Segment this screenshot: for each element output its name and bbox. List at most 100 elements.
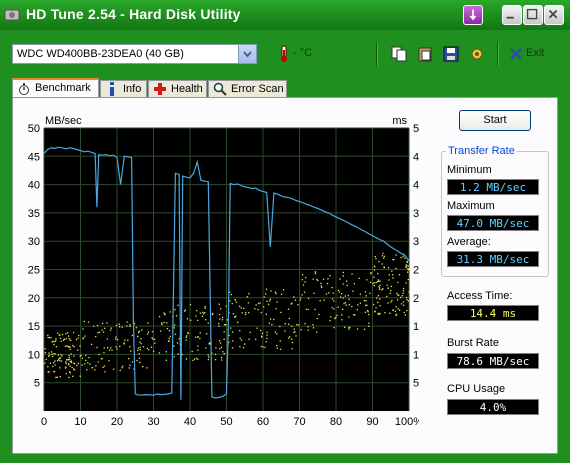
access-time-point: [373, 284, 376, 287]
access-time-point: [364, 311, 366, 313]
access-time-point: [266, 331, 268, 333]
access-time-point: [55, 338, 57, 340]
access-time-point: [378, 286, 380, 288]
access-time-point: [174, 333, 177, 335]
access-time-point: [276, 333, 278, 335]
access-time-point: [257, 308, 259, 311]
access-time-point: [271, 323, 273, 326]
exit-icon[interactable]: [507, 45, 525, 63]
access-time-point: [88, 356, 90, 359]
access-time-point: [243, 343, 246, 345]
access-time-point: [369, 281, 372, 284]
access-time-point: [325, 293, 328, 295]
tab-error-scan[interactable]: Error Scan: [208, 80, 287, 97]
access-time-point: [135, 327, 138, 329]
access-time-point: [342, 271, 344, 274]
access-time-point: [407, 265, 409, 267]
save-icon[interactable]: [442, 45, 460, 63]
chevron-down-icon[interactable]: [238, 45, 256, 63]
access-time-point: [223, 324, 226, 326]
access-time-point: [204, 306, 206, 308]
transfer-rate-chart: 5 5 10 10 15 15 20 20 25 25 30 30 35 35 40 40 45 45 50 50 0 1…: [28, 115, 419, 425]
access-time-point: [300, 328, 302, 331]
access-time-point: [378, 260, 380, 263]
access-time-point: [395, 254, 397, 256]
access-time-point: [64, 345, 67, 347]
access-time-point: [65, 372, 67, 375]
access-time-point: [56, 332, 59, 334]
access-time-point: [274, 331, 276, 333]
access-time-point: [52, 340, 54, 342]
access-time-point: [73, 369, 76, 371]
access-time-point: [386, 284, 388, 286]
access-time-point: [267, 303, 270, 306]
access-time-point: [307, 329, 309, 331]
exit-button[interactable]: Exit: [526, 47, 544, 59]
tab-benchmark[interactable]: Benchmark: [12, 78, 99, 98]
access-time-point: [84, 363, 86, 365]
access-time-point: [232, 331, 234, 333]
access-time-point: [407, 300, 409, 302]
start-button[interactable]: Start: [459, 110, 531, 131]
access-time-point: [48, 352, 50, 354]
access-time-point: [305, 308, 307, 310]
access-time-point: [189, 319, 192, 321]
access-time-point: [103, 347, 105, 349]
access-time-point: [73, 355, 75, 357]
access-time-point: [406, 261, 408, 264]
paste-icon[interactable]: [416, 45, 434, 63]
access-time-point: [71, 366, 73, 369]
access-time-point: [279, 348, 282, 350]
access-time-point: [383, 255, 386, 258]
access-time-point: [59, 367, 61, 369]
download-icon[interactable]: [463, 5, 483, 25]
options-icon[interactable]: [468, 45, 486, 63]
access-time-point: [329, 320, 331, 322]
access-time-point: [384, 311, 386, 314]
access-time-point: [185, 336, 187, 339]
access-time-point: [397, 281, 399, 284]
access-time-point: [404, 314, 407, 316]
minimize-button[interactable]: [502, 5, 522, 25]
access-time-point: [219, 342, 222, 344]
access-time-point: [218, 340, 221, 342]
drive-select[interactable]: WDC WD400BB-23DEA0 (40 GB): [12, 44, 257, 64]
access-time-point: [62, 339, 65, 341]
access-time-point: [288, 317, 290, 320]
access-time-point: [235, 301, 237, 303]
access-time-point: [44, 348, 46, 350]
access-time-point: [334, 317, 336, 320]
access-time-point: [168, 330, 171, 332]
access-time-point: [239, 337, 241, 340]
access-time-point: [406, 309, 408, 312]
access-time-point: [395, 267, 397, 270]
access-time-point: [330, 316, 332, 318]
access-time-point: [336, 314, 338, 317]
access-time-point: [381, 263, 383, 265]
close-button[interactable]: [544, 5, 564, 25]
access-time-point: [104, 371, 106, 373]
access-time-point: [275, 292, 277, 295]
temperature-readout: - °C: [293, 47, 313, 59]
access-time-point: [70, 361, 73, 364]
copy-icon[interactable]: [390, 45, 408, 63]
maximize-button[interactable]: [523, 5, 543, 25]
access-time-point: [344, 326, 346, 328]
access-time-point: [186, 335, 188, 337]
access-time-point: [264, 346, 266, 349]
burst-rate-value: 78.6 MB/sec: [447, 353, 539, 369]
access-time-point: [53, 370, 56, 373]
access-time-point: [119, 369, 121, 372]
access-time-point: [106, 346, 109, 349]
access-time-point: [260, 311, 262, 314]
access-time-point: [101, 329, 103, 331]
tab-health[interactable]: Health: [148, 80, 207, 97]
access-time-point: [405, 282, 407, 284]
title-bar[interactable]: HD Tune 2.54 - Hard Disk Utility: [0, 0, 570, 30]
access-time-point: [150, 346, 153, 348]
access-time-point: [225, 305, 227, 307]
tab-info[interactable]: Info: [100, 80, 147, 97]
access-time-point: [103, 351, 105, 354]
access-time-point: [288, 323, 290, 325]
access-time-point: [111, 349, 113, 351]
